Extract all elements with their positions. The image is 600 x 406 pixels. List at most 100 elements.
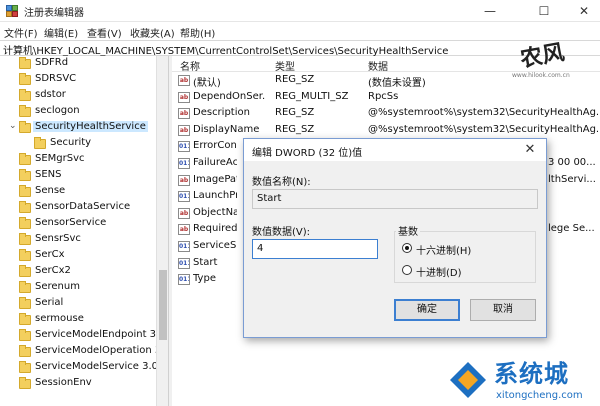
expand-arrow-icon[interactable]: ⌄ xyxy=(9,121,17,131)
tree-item[interactable]: SensorService xyxy=(0,216,168,232)
binary-value-icon: 011 xyxy=(178,158,190,169)
value-name-field[interactable]: Start xyxy=(252,189,538,209)
hex-radio[interactable] xyxy=(402,243,412,253)
tree-item[interactable]: SessionEnv xyxy=(0,376,168,392)
value-data: RpcSs xyxy=(368,90,399,102)
tree-item-label: SessionEnv xyxy=(35,377,92,388)
tree-item[interactable]: Sense xyxy=(0,184,168,200)
ok-button[interactable]: 确定 xyxy=(394,299,460,321)
tree-item[interactable]: SensorDataService xyxy=(0,200,168,216)
close-button[interactable]: ✕ xyxy=(562,0,600,22)
tree-item[interactable]: seclogon xyxy=(0,104,168,120)
tree-item-label: ServiceModelOperation 3. xyxy=(35,345,165,356)
folder-icon xyxy=(19,329,31,341)
column-header-data[interactable]: 数据 xyxy=(368,58,388,73)
tree-item[interactable]: Security xyxy=(0,136,168,152)
tree-item[interactable]: sdstor xyxy=(0,88,168,104)
folder-icon xyxy=(19,297,31,309)
tree-scrollbar-thumb[interactable] xyxy=(159,270,167,340)
value-data-input[interactable]: 4 xyxy=(252,239,378,259)
folder-icon xyxy=(19,121,31,133)
tree-item[interactable]: SensrSvc xyxy=(0,232,168,248)
tree-item[interactable]: Serenum xyxy=(0,280,168,296)
value-type: REG_SZ xyxy=(275,123,315,135)
binary-value-icon: 011 xyxy=(178,274,190,286)
tree-item[interactable]: SENS xyxy=(0,168,168,184)
string-value-icon: ab xyxy=(178,75,190,86)
value-name: Type xyxy=(193,273,216,285)
value-name: ImagePath xyxy=(193,173,237,185)
tree-item[interactable]: ServiceModelOperation 3. xyxy=(0,344,168,360)
folder-icon xyxy=(19,185,31,197)
edit-dword-dialog: 编辑 DWORD (32 位)值 ✕ 数值名称(N): Start 数值数据(V… xyxy=(243,138,547,338)
folder-icon xyxy=(19,345,31,357)
menu-favorites[interactable]: 收藏夹(A) xyxy=(130,25,175,40)
folder-icon xyxy=(19,249,31,261)
folder-icon xyxy=(19,233,31,245)
tree-item-label: SerCx xyxy=(35,249,65,260)
menu-help[interactable]: 帮助(H) xyxy=(180,25,215,40)
menu-edit[interactable]: 编辑(E) xyxy=(44,25,78,40)
folder-icon xyxy=(19,217,31,229)
tree-item-label: SecurityHealthService xyxy=(33,121,148,132)
value-name-label: 数值名称(N): xyxy=(252,177,311,188)
tree-item[interactable]: SDRSVC xyxy=(0,72,168,88)
dialog-close-button[interactable]: ✕ xyxy=(514,139,546,161)
tree-item-label: sdstor xyxy=(35,89,66,100)
column-header-name[interactable]: 名称 xyxy=(180,58,200,73)
dec-radio[interactable] xyxy=(402,265,412,275)
folder-icon xyxy=(19,153,31,165)
maximize-button[interactable]: ☐ xyxy=(522,0,566,22)
tree-item-label: SEMgrSvc xyxy=(35,153,85,164)
folder-icon xyxy=(19,281,31,293)
dialog-title: 编辑 DWORD (32 位)值 xyxy=(252,148,363,159)
folder-icon xyxy=(19,89,31,101)
minimize-button[interactable]: — xyxy=(468,0,512,22)
cancel-button[interactable]: 取消 xyxy=(470,299,536,321)
value-type: REG_SZ xyxy=(275,107,315,119)
string-value-icon: ab xyxy=(178,91,190,103)
string-value-icon: ab xyxy=(178,124,190,136)
tree-item[interactable]: SEMgrSvc xyxy=(0,152,168,168)
value-row[interactable]: ab DependOnSer... REG_MULTI_SZ RpcSs xyxy=(172,90,600,106)
registry-editor-icon xyxy=(6,5,18,17)
tree-item[interactable]: SerCx xyxy=(0,248,168,264)
menu-file[interactable]: 文件(F) xyxy=(4,25,38,40)
tree-item-label: SerCx2 xyxy=(35,265,71,276)
column-header-type[interactable]: 类型 xyxy=(275,58,295,73)
tree-item-label: Security xyxy=(50,137,92,148)
address-bar[interactable]: 计算机\HKEY_LOCAL_MACHINE\SYSTEM\CurrentCon… xyxy=(0,40,600,57)
tree-item[interactable]: ⌄ SecurityHealthService xyxy=(0,120,168,136)
folder-icon xyxy=(19,73,31,85)
tree-item[interactable]: SDFRd xyxy=(0,56,168,72)
value-data: @%systemroot%\system32\SecurityHealthAg.… xyxy=(368,107,600,119)
folder-icon xyxy=(19,201,31,213)
dec-radio-label[interactable]: 十进制(D) xyxy=(416,264,462,279)
title-bar: 注册表编辑器 — ☐ ✕ xyxy=(0,0,600,22)
value-data: lege Se... xyxy=(548,223,595,235)
address-path[interactable]: 计算机\HKEY_LOCAL_MACHINE\SYSTEM\CurrentCon… xyxy=(3,42,448,57)
tree-scrollbar[interactable] xyxy=(156,56,168,406)
tree-item[interactable]: ServiceModelService 3.0.0 xyxy=(0,360,168,376)
folder-icon xyxy=(19,105,31,117)
value-data: lthServi... xyxy=(548,173,596,185)
folder-icon xyxy=(19,169,31,181)
value-row[interactable]: ab Description REG_SZ @%systemroot%\system3… xyxy=(172,106,600,122)
tree-item[interactable]: SerCx2 xyxy=(0,264,168,280)
menu-view[interactable]: 查看(V) xyxy=(87,25,122,40)
watermark-logo-url: www.hilook.com.cn xyxy=(512,72,570,79)
hex-radio-label[interactable]: 十六进制(H) xyxy=(416,242,471,257)
tree-item-label: Serial xyxy=(35,297,64,308)
tree-item[interactable]: Serial xyxy=(0,296,168,312)
tree-item-label: ServiceModelService 3.0.0 xyxy=(35,361,168,372)
tree-item[interactable]: sermouse xyxy=(0,312,168,328)
tree-item-label: SDFRd xyxy=(35,57,69,68)
binary-value-icon: 011 xyxy=(178,141,190,153)
binary-value-icon: 011 xyxy=(178,241,190,252)
string-value-icon: ab xyxy=(178,207,190,219)
value-row[interactable]: ab DisplayName REG_SZ @%systemroot%\system3… xyxy=(172,123,600,139)
value-name: ErrorContr xyxy=(193,140,237,152)
value-name: DependOnSer... xyxy=(193,90,266,102)
tree-item[interactable]: ServiceModelEndpoint 3.0 xyxy=(0,328,168,344)
tree-item-label: seclogon xyxy=(35,105,80,116)
